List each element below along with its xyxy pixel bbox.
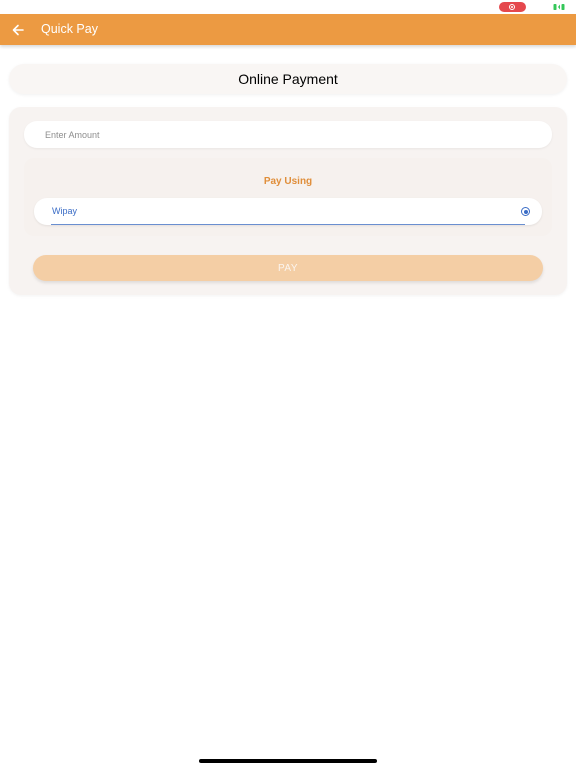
payment-method-label: Wipay xyxy=(52,206,78,216)
divider xyxy=(51,224,525,225)
radio-selected-icon[interactable] xyxy=(521,207,530,216)
page-title: Quick Pay xyxy=(41,22,98,36)
online-payment-header: Online Payment xyxy=(9,64,567,94)
home-indicator xyxy=(199,759,377,763)
amount-input[interactable] xyxy=(24,121,552,148)
section-title: Online Payment xyxy=(238,71,338,87)
pay-button[interactable]: PAY xyxy=(33,255,543,281)
pay-using-label: Pay Using xyxy=(263,176,313,187)
screen-record-icon[interactable] xyxy=(499,2,526,12)
status-bar xyxy=(0,0,576,14)
back-button[interactable] xyxy=(8,20,28,40)
app-bar: Quick Pay xyxy=(0,14,576,45)
battery-charging-icon xyxy=(553,4,565,10)
arrow-left-icon xyxy=(12,24,24,36)
payment-method-wipay[interactable]: Wipay xyxy=(34,198,542,225)
